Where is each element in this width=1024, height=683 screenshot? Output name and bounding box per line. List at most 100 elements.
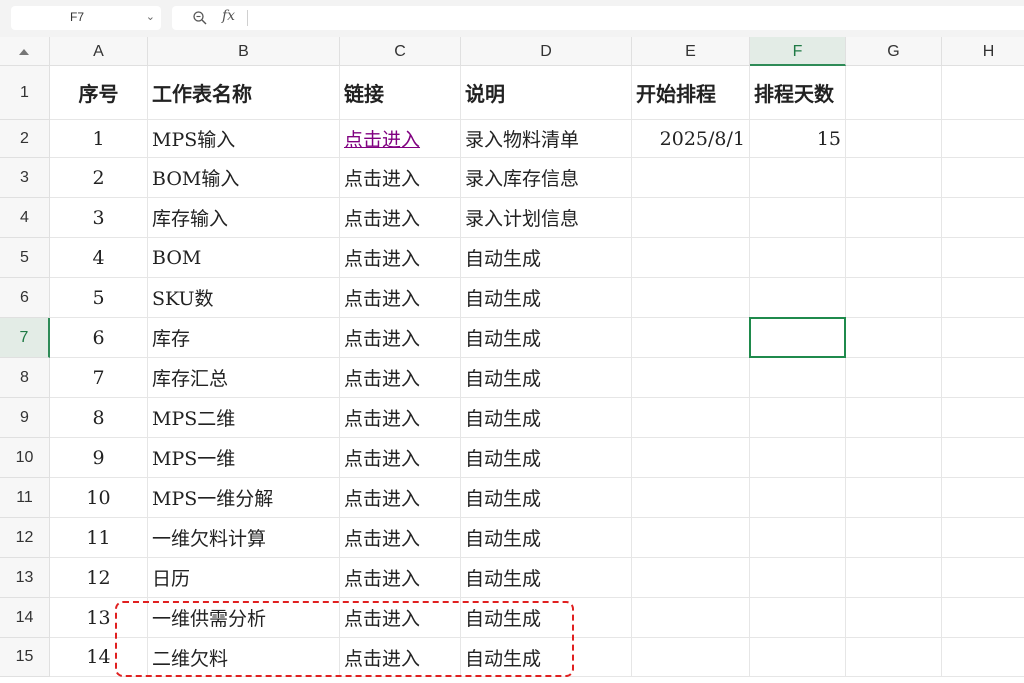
link-cell-c2[interactable]: 点击进入 [340,120,461,158]
cell-f12[interactable] [750,518,846,558]
cell-g11[interactable] [846,478,942,518]
cell-b3[interactable]: BOM输入 [148,158,340,198]
link-cell-c11[interactable]: 点击进入 [340,478,461,518]
row-header-1[interactable]: 1 [0,66,50,120]
cell-g1[interactable] [846,66,942,120]
cell-a10[interactable]: 9 [50,438,148,478]
row-header-4[interactable]: 4 [0,198,50,238]
cell-b7[interactable]: 库存 [148,318,340,358]
cell-d6[interactable]: 自动生成 [461,278,632,318]
row-header-11[interactable]: 11 [0,478,50,518]
row-header-10[interactable]: 10 [0,438,50,478]
cell-c1[interactable]: 链接 [340,66,461,120]
cell-f3[interactable] [750,158,846,198]
cell-d2[interactable]: 录入物料清单 [461,120,632,158]
row-header-8[interactable]: 8 [0,358,50,398]
cell-h15[interactable] [942,638,1024,677]
cell-e8[interactable] [632,358,750,398]
cell-e15[interactable] [632,638,750,677]
cell-f5[interactable] [750,238,846,278]
cell-a5[interactable]: 4 [50,238,148,278]
cell-h9[interactable] [942,398,1024,438]
cell-d4[interactable]: 录入计划信息 [461,198,632,238]
cell-f13[interactable] [750,558,846,598]
link-cell-c14[interactable]: 点击进入 [340,598,461,638]
cell-g10[interactable] [846,438,942,478]
name-box[interactable]: F7 ⌄ [11,6,161,30]
row-header-9[interactable]: 9 [0,398,50,438]
column-header-e[interactable]: E [632,37,750,66]
cell-h6[interactable] [942,278,1024,318]
column-header-g[interactable]: G [846,37,942,66]
cell-e9[interactable] [632,398,750,438]
cell-e11[interactable] [632,478,750,518]
cell-d10[interactable]: 自动生成 [461,438,632,478]
cell-g4[interactable] [846,198,942,238]
link-cell-c10[interactable]: 点击进入 [340,438,461,478]
cell-f8[interactable] [750,358,846,398]
link-cell-c5[interactable]: 点击进入 [340,238,461,278]
row-header-14[interactable]: 14 [0,598,50,638]
cell-g6[interactable] [846,278,942,318]
cell-a2[interactable]: 1 [50,120,148,158]
cell-h13[interactable] [942,558,1024,598]
column-header-c[interactable]: C [340,37,461,66]
cell-g2[interactable] [846,120,942,158]
cell-e14[interactable] [632,598,750,638]
cell-e4[interactable] [632,198,750,238]
cell-h11[interactable] [942,478,1024,518]
cell-a11[interactable]: 10 [50,478,148,518]
select-all-corner[interactable] [0,37,50,66]
cell-e13[interactable] [632,558,750,598]
cell-h7[interactable] [942,318,1024,358]
row-header-2[interactable]: 2 [0,120,50,158]
cell-e6[interactable] [632,278,750,318]
cell-f2[interactable]: 15 [750,120,846,158]
link-cell-c9[interactable]: 点击进入 [340,398,461,438]
row-header-12[interactable]: 12 [0,518,50,558]
cell-b12[interactable]: 一维欠料计算 [148,518,340,558]
cell-f11[interactable] [750,478,846,518]
cell-a12[interactable]: 11 [50,518,148,558]
cell-d3[interactable]: 录入库存信息 [461,158,632,198]
cell-h14[interactable] [942,598,1024,638]
zoom-icon[interactable] [192,10,208,26]
cell-g3[interactable] [846,158,942,198]
link-cell-c3[interactable]: 点击进入 [340,158,461,198]
cell-a7[interactable]: 6 [50,318,148,358]
link-cell-c12[interactable]: 点击进入 [340,518,461,558]
fx-icon[interactable]: fx [222,8,235,24]
cell-a14[interactable]: 13 [50,598,148,638]
cell-h4[interactable] [942,198,1024,238]
cell-g8[interactable] [846,358,942,398]
cell-a8[interactable]: 7 [50,358,148,398]
cell-d12[interactable]: 自动生成 [461,518,632,558]
cell-h10[interactable] [942,438,1024,478]
cell-a1[interactable]: 序号 [50,66,148,120]
link-cell-c8[interactable]: 点击进入 [340,358,461,398]
column-header-h[interactable]: H [942,37,1024,66]
cell-e10[interactable] [632,438,750,478]
cell-b8[interactable]: 库存汇总 [148,358,340,398]
cell-b13[interactable]: 日历 [148,558,340,598]
cell-b4[interactable]: 库存输入 [148,198,340,238]
cell-f7[interactable] [750,318,846,358]
cell-f14[interactable] [750,598,846,638]
cell-f6[interactable] [750,278,846,318]
cell-h2[interactable] [942,120,1024,158]
cell-e7[interactable] [632,318,750,358]
cell-g14[interactable] [846,598,942,638]
cell-g12[interactable] [846,518,942,558]
cell-d9[interactable]: 自动生成 [461,398,632,438]
cell-g15[interactable] [846,638,942,677]
cell-b2[interactable]: MPS输入 [148,120,340,158]
row-header-7[interactable]: 7 [0,318,50,358]
cell-d14[interactable]: 自动生成 [461,598,632,638]
cell-b15[interactable]: 二维欠料 [148,638,340,677]
cell-d15[interactable]: 自动生成 [461,638,632,677]
cell-d11[interactable]: 自动生成 [461,478,632,518]
cell-a4[interactable]: 3 [50,198,148,238]
link-cell-c6[interactable]: 点击进入 [340,278,461,318]
column-header-d[interactable]: D [461,37,632,66]
column-header-f[interactable]: F [750,37,846,66]
